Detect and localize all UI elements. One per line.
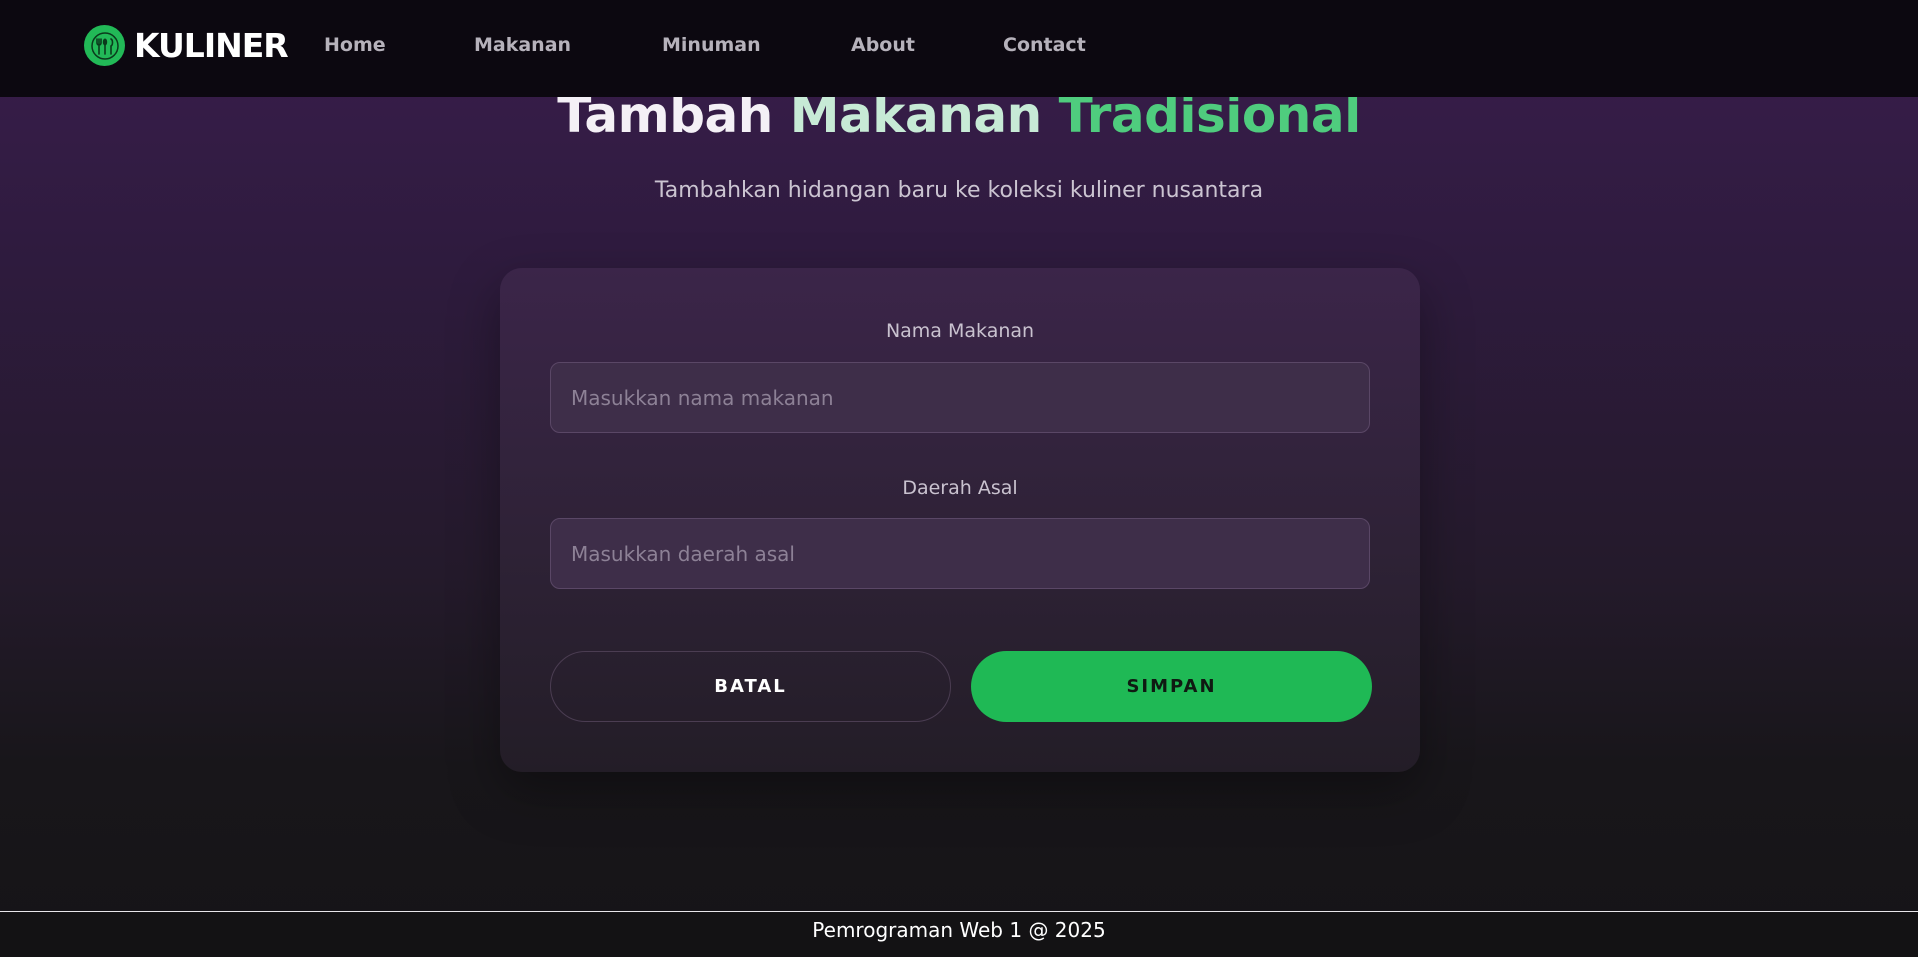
footer-text: Pemrograman Web 1 @ 2025 [812,918,1106,942]
food-name-label: Nama Makanan [885,320,1035,342]
page-subtitle: Tambahkan hidangan baru ke koleksi kulin… [654,178,1264,203]
nav-link-contact[interactable]: Contact [1003,34,1086,56]
cancel-button[interactable]: BATAL [550,651,951,722]
navbar: KULINER Home Makanan Minuman About Conta… [0,0,1918,97]
brand-name: KULINER [134,26,289,65]
kuliner-logo-icon [84,25,125,66]
footer: Pemrograman Web 1 @ 2025 [0,911,1918,957]
food-name-input[interactable] [550,362,1370,433]
nav-link-about[interactable]: About [851,34,915,56]
nav-link-makanan[interactable]: Makanan [474,34,571,56]
save-button[interactable]: SIMPAN [971,651,1372,722]
region-label: Daerah Asal [902,477,1018,499]
nav-link-minuman[interactable]: Minuman [662,34,761,56]
nav-link-home[interactable]: Home [324,34,386,56]
region-input[interactable] [550,518,1370,589]
add-food-form: Nama Makanan Daerah Asal BATAL SIMPAN [500,268,1420,772]
brand[interactable]: KULINER [84,25,289,66]
